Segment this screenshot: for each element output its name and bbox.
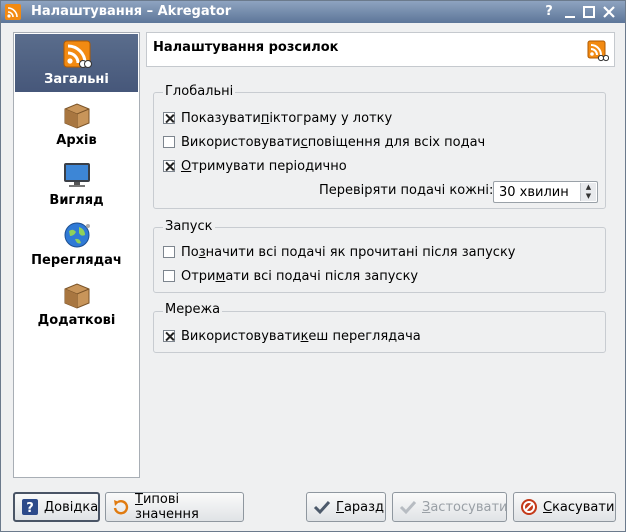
window-title: Налаштування – Akregator <box>31 4 232 19</box>
sidebar-item-archive[interactable]: Архів <box>15 95 138 153</box>
show-tray-icon-checkbox[interactable]: Показувати п іктограму у лотку <box>163 109 392 127</box>
use-notifications-checkbox[interactable]: Використовувати с повіщення для всіх пода… <box>163 133 485 151</box>
settings-dialog: Налаштування – Akregator ? Загальні Архі… <box>0 0 626 532</box>
rss-feed-icon <box>63 40 92 68</box>
defaults-button[interactable]: Типові значення <box>105 492 244 522</box>
sidebar-item-label: Переглядач <box>31 253 122 268</box>
help-icon[interactable]: ? <box>541 4 557 20</box>
mark-all-read-checkbox[interactable]: По з начити всі подачі як прочитані після … <box>163 243 516 261</box>
checkbox-box[interactable] <box>163 160 175 172</box>
archive-box-icon <box>64 103 90 129</box>
check-interval-spinbox[interactable]: 30 хвилин ▲ ▼ <box>493 181 598 203</box>
sidebar-item-label: Архів <box>56 133 97 148</box>
check-icon <box>313 500 331 515</box>
rss-feed-icon <box>587 40 609 62</box>
spin-up-icon[interactable]: ▲ <box>580 183 596 192</box>
sidebar-item-appearance[interactable]: Вигляд <box>15 155 138 213</box>
title-bar[interactable]: Налаштування – Akregator ? <box>1 1 625 23</box>
cancel-button[interactable]: Скасувати <box>513 492 616 522</box>
reset-icon <box>113 500 129 515</box>
page-sidebar: Загальні Архів Вигляд Переглядач Додатко… <box>13 32 140 478</box>
maximize-icon[interactable] <box>581 4 597 20</box>
sidebar-item-label: Вигляд <box>49 193 104 208</box>
checkbox-box[interactable] <box>163 270 175 282</box>
sidebar-item-general[interactable]: Загальні <box>15 34 138 92</box>
group-title: Глобальні <box>163 84 236 99</box>
cancel-icon <box>521 499 537 515</box>
page-header: Налаштування розсилок <box>146 32 615 67</box>
spin-down-icon[interactable]: ▼ <box>580 192 596 201</box>
sidebar-item-label: Додаткові <box>37 313 116 328</box>
sidebar-item-label: Загальні <box>44 72 109 87</box>
sidebar-item-advanced[interactable]: Додаткові <box>15 275 138 333</box>
checkbox-box[interactable] <box>163 112 175 124</box>
check-icon <box>399 500 417 515</box>
monitor-icon <box>64 163 90 187</box>
rss-feed-icon[interactable] <box>5 4 21 20</box>
minimize-icon[interactable] <box>562 4 578 20</box>
page-title: Налаштування розсилок <box>153 40 339 55</box>
group-title: Мережа <box>163 302 223 317</box>
checkbox-box[interactable] <box>163 136 175 148</box>
globe-icon <box>64 222 90 248</box>
ok-button[interactable]: Гаразд <box>306 492 386 522</box>
help-icon: ? <box>22 499 38 516</box>
use-browser-cache-checkbox[interactable]: Використовувати к еш переглядача <box>163 327 421 345</box>
sidebar-item-browser[interactable]: Переглядач <box>15 215 138 273</box>
check-interval-label: Перевіряти подачі кожні: <box>319 183 494 198</box>
help-button[interactable]: ? Довідка <box>13 492 100 522</box>
apply-button[interactable]: Застосувати <box>392 492 507 522</box>
fetch-all-on-startup-checkbox[interactable]: Отри м ати всі подачі після запуску <box>163 267 418 285</box>
close-icon[interactable] <box>601 4 617 20</box>
check-interval-value[interactable]: 30 хвилин <box>499 185 569 200</box>
fetch-periodically-checkbox[interactable]: Отримувати періодично <box>163 157 347 175</box>
group-title: Запуск <box>163 219 215 234</box>
svg-text:?: ? <box>26 501 34 516</box>
package-box-icon <box>64 283 90 309</box>
checkbox-box[interactable] <box>163 330 175 342</box>
checkbox-box[interactable] <box>163 246 175 258</box>
